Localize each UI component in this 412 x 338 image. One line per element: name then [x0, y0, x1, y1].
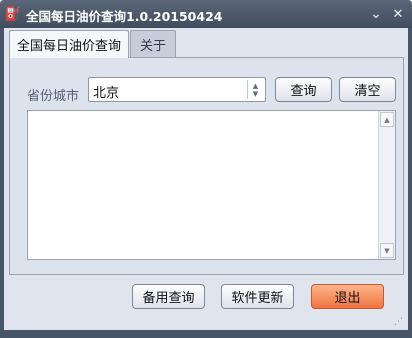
- fuel-app-icon: ⛽: [4, 6, 22, 22]
- vertical-scrollbar[interactable]: ▲ ▼: [378, 111, 395, 259]
- main-window: ⛽ 全国每日油价查询1.0.20150424 ⌄ ✕ 全国每日油价查询 关于 省…: [0, 0, 412, 338]
- software-update-button[interactable]: 软件更新: [221, 284, 294, 309]
- tab-oil-price-query[interactable]: 全国每日油价查询: [9, 30, 129, 58]
- close-button[interactable]: ✕: [388, 4, 408, 24]
- province-city-select[interactable]: 北京 ▲ ▼: [88, 77, 266, 102]
- tab-about[interactable]: 关于: [130, 30, 176, 57]
- result-text-area[interactable]: ▲ ▼: [27, 110, 396, 260]
- backup-query-button[interactable]: 备用查询: [132, 284, 205, 309]
- window-title: 全国每日油价查询1.0.20150424: [26, 9, 223, 24]
- province-city-value: 北京: [93, 86, 120, 101]
- title-bar[interactable]: ⛽ 全国每日油价查询1.0.20150424 ⌄ ✕: [0, 0, 412, 28]
- scroll-up-icon[interactable]: ▲: [380, 112, 394, 127]
- window-content: 全国每日油价查询 关于 省份城市 北京 ▲ ▼ 查询 清空 ▲ ▼ 备用查询 软…: [4, 28, 408, 330]
- tab-label: 关于: [139, 38, 166, 54]
- resize-grip-icon[interactable]: ⋰: [394, 318, 404, 328]
- query-panel: 省份城市 北京 ▲ ▼ 查询 清空 ▲ ▼: [9, 57, 404, 275]
- tab-label: 全国每日油价查询: [16, 39, 121, 54]
- clear-button[interactable]: 清空: [339, 77, 396, 102]
- close-icon: ✕: [392, 6, 404, 22]
- exit-button[interactable]: 退出: [311, 284, 384, 309]
- minimize-button[interactable]: ⌄: [366, 4, 386, 24]
- query-button[interactable]: 查询: [275, 77, 332, 102]
- scroll-down-icon[interactable]: ▼: [380, 243, 394, 258]
- minimize-icon: ⌄: [370, 6, 382, 22]
- spinner-arrows-icon[interactable]: ▲ ▼: [247, 80, 263, 99]
- province-city-label: 省份城市: [27, 89, 80, 104]
